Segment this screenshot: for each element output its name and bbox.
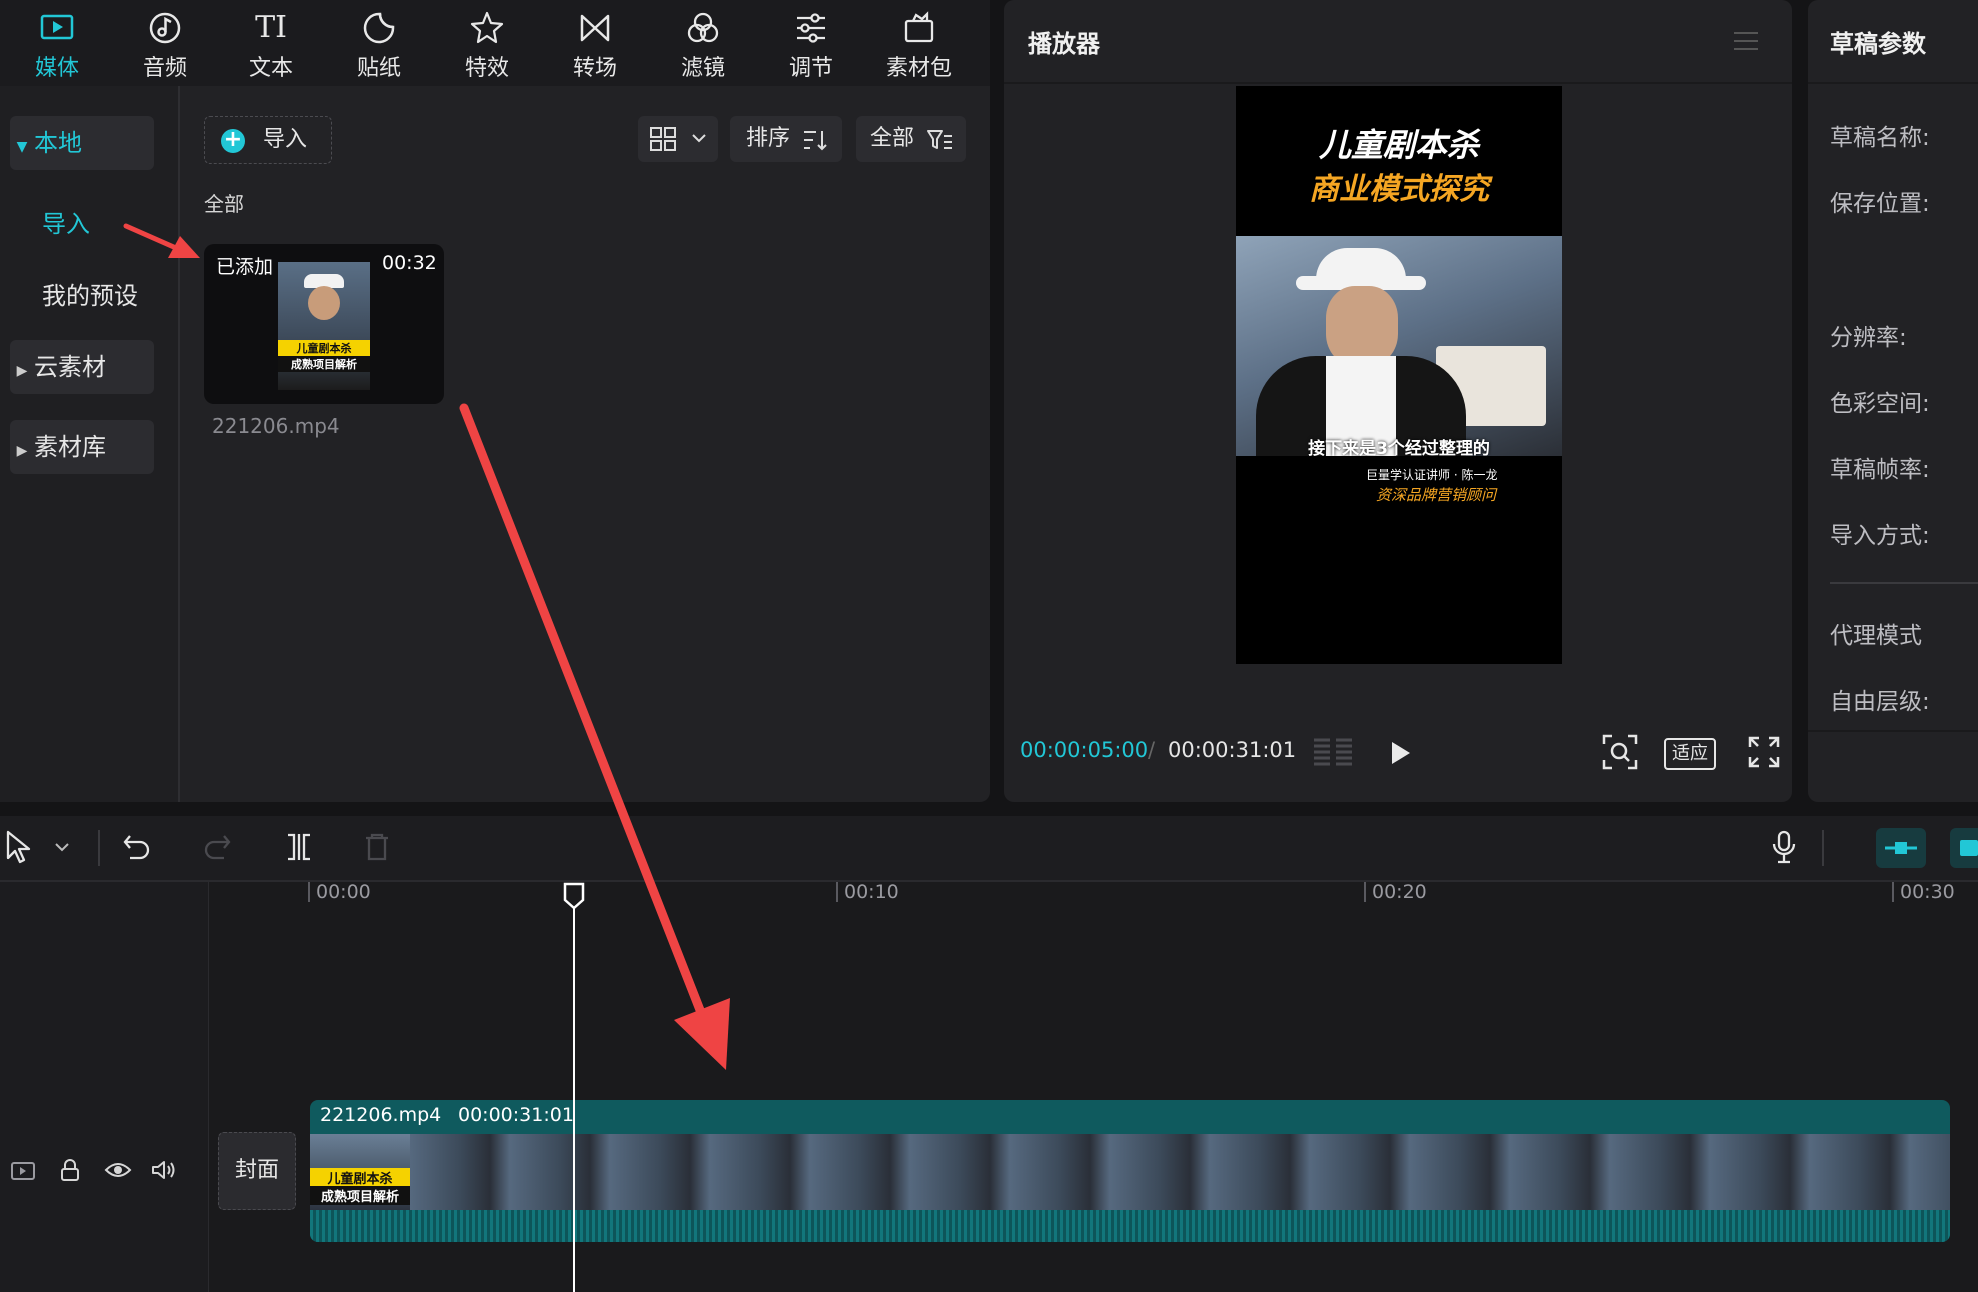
annotation-arrow-large [459,403,730,1070]
annotation-arrow-small [123,223,200,258]
annotation-arrows [123,223,730,1070]
